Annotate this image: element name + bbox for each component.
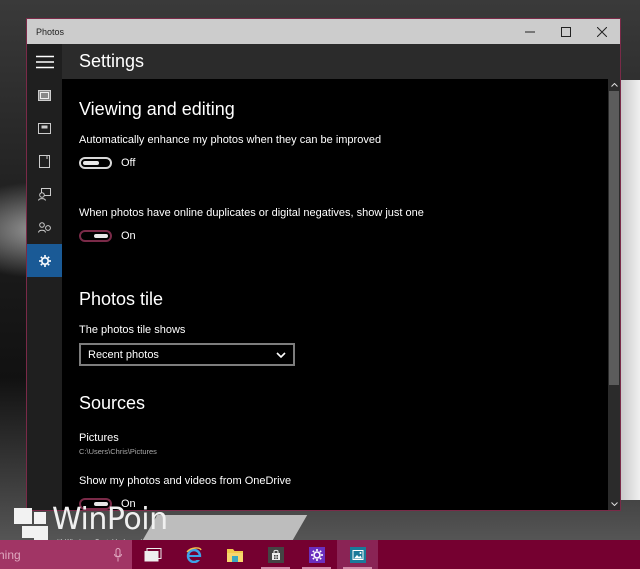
- settings-app-button[interactable]: [296, 540, 337, 569]
- chevron-down-icon: [610, 502, 618, 506]
- store-icon: [267, 546, 284, 563]
- sidebar-item-settings[interactable]: [27, 244, 62, 277]
- onedrive-label: Show my photos and videos from OneDrive: [79, 475, 292, 487]
- scrollbar-thumb[interactable]: [609, 91, 619, 385]
- duplicates-label: When photos have online duplicates or di…: [79, 207, 424, 219]
- dropdown-selected-value: Recent photos: [88, 348, 159, 361]
- photos-tile-dropdown[interactable]: Recent photos: [79, 343, 295, 366]
- wallpaper-shape: [620, 80, 640, 500]
- settings-app-icon: [308, 546, 325, 563]
- taskbar-search-box[interactable]: hing: [0, 540, 132, 569]
- folders-icon: [39, 155, 50, 168]
- watermark-brand: WinPoin: [52, 502, 168, 537]
- photos-app-icon: [349, 546, 366, 563]
- sidebar-item-people[interactable]: [27, 178, 62, 211]
- duplicates-toggle-state: On: [121, 230, 136, 242]
- albums-icon: [38, 123, 51, 134]
- app-body: Settings Viewing and editing Automatical…: [27, 44, 620, 510]
- page-header: Settings: [62, 44, 620, 79]
- page-title: Settings: [79, 51, 145, 71]
- close-button[interactable]: [584, 19, 620, 44]
- hamburger-icon: [35, 55, 54, 68]
- section-title-sources: Sources: [79, 393, 146, 413]
- sidebar-item-folders[interactable]: [27, 145, 62, 178]
- file-explorer-button[interactable]: [214, 540, 255, 569]
- microphone-icon[interactable]: [114, 547, 122, 562]
- window-controls: [512, 19, 620, 44]
- internet-explorer-icon: [185, 546, 202, 563]
- internet-explorer-button[interactable]: [173, 540, 214, 569]
- task-view-button[interactable]: [132, 540, 173, 569]
- scroll-down-button[interactable]: [608, 498, 620, 510]
- enhance-toggle-state: Off: [121, 157, 136, 169]
- toggle-thumb: [83, 161, 99, 165]
- maximize-icon: [561, 26, 571, 37]
- store-button[interactable]: [255, 540, 296, 569]
- minimize-button[interactable]: [512, 19, 548, 44]
- photos-window: Photos Settings Viewing and editing Auto…: [26, 18, 621, 511]
- window-title: Photos: [36, 26, 65, 37]
- sidebar-item-albums[interactable]: [27, 112, 62, 145]
- photos-app-button[interactable]: [337, 540, 378, 569]
- people-icon: [38, 188, 51, 201]
- section-title-viewing: Viewing and editing: [79, 99, 235, 119]
- sidebar-item-collection[interactable]: [27, 79, 62, 112]
- source-folder-path: C:\Users\Chris\Pictures: [79, 447, 157, 456]
- collection-icon: [38, 90, 51, 101]
- maximize-button[interactable]: [548, 19, 584, 44]
- file-explorer-icon: [226, 548, 243, 562]
- share-icon: [38, 222, 51, 233]
- taskbar: hing: [0, 540, 640, 569]
- minimize-icon: [525, 31, 535, 32]
- photos-tile-label: The photos tile shows: [79, 324, 186, 336]
- enhance-toggle-row: Off: [79, 157, 135, 169]
- enhance-label: Automatically enhance my photos when the…: [79, 134, 382, 146]
- hamburger-menu-button[interactable]: [27, 44, 62, 79]
- settings-content: Settings Viewing and editing Automatical…: [62, 44, 620, 510]
- source-folder-name[interactable]: Pictures: [79, 432, 119, 444]
- section-title-photos-tile: Photos tile: [79, 289, 164, 309]
- sidebar-item-share[interactable]: [27, 211, 62, 244]
- search-text: hing: [0, 547, 21, 562]
- scroll-up-button[interactable]: [608, 79, 620, 91]
- settings-scroll-area: Viewing and editing Automatically enhanc…: [62, 79, 608, 510]
- duplicates-toggle[interactable]: [79, 230, 112, 242]
- duplicates-toggle-row: On: [79, 230, 136, 242]
- vertical-scrollbar[interactable]: [608, 79, 620, 510]
- close-icon: [597, 26, 607, 37]
- settings-icon: [38, 254, 51, 267]
- title-bar[interactable]: Photos: [27, 19, 620, 44]
- sidebar: [27, 44, 62, 510]
- task-view-icon: [144, 547, 161, 561]
- chevron-down-icon: [276, 351, 286, 358]
- chevron-up-icon: [610, 83, 618, 87]
- toggle-thumb: [94, 234, 108, 238]
- enhance-toggle[interactable]: [79, 157, 112, 169]
